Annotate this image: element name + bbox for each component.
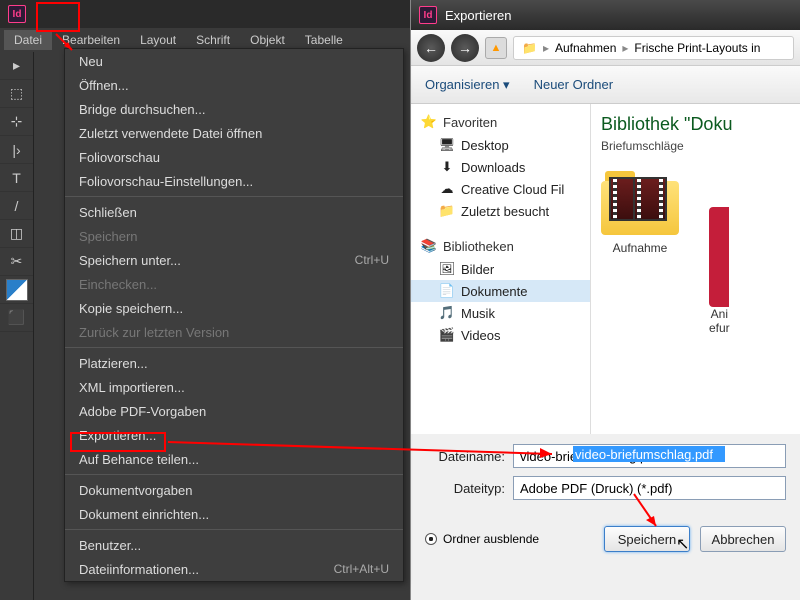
- desktop-icon: 🖥: [439, 137, 455, 153]
- menu-objekt[interactable]: Objekt: [240, 30, 295, 50]
- file-menu-dropdown: Neu Öffnen... Bridge durchsuchen... Zule…: [64, 48, 404, 582]
- menu-benutzer[interactable]: Benutzer...: [65, 533, 403, 557]
- menu-platzieren[interactable]: Platzieren...: [65, 351, 403, 375]
- sidebar-videos[interactable]: 🎬Videos: [411, 324, 590, 346]
- star-icon: ⭐: [421, 114, 437, 130]
- organize-button[interactable]: Organisieren ▾: [425, 77, 510, 93]
- filename-label: Dateiname:: [425, 449, 505, 464]
- tool-type[interactable]: T: [0, 164, 33, 192]
- pictures-icon: 🖼: [439, 261, 455, 277]
- menu-dok-vorgaben[interactable]: Dokumentvorgaben: [65, 478, 403, 502]
- cloud-icon: ☁: [439, 181, 455, 197]
- menu-exportieren[interactable]: Exportieren...: [65, 423, 403, 447]
- menu-bearbeiten[interactable]: Bearbeiten: [52, 30, 130, 50]
- nav-back-button[interactable]: ←: [417, 34, 445, 62]
- menu-dateiinfo[interactable]: Dateiinformationen...Ctrl+Alt+U: [65, 557, 403, 581]
- folder-ani[interactable]: Ani efur: [709, 167, 730, 335]
- menu-schrift[interactable]: Schrift: [186, 30, 240, 50]
- hide-folders-label: Ordner ausblende: [443, 532, 539, 546]
- menu-zurueck: Zurück zur letzten Version: [65, 320, 403, 344]
- tool-scissors[interactable]: ✂: [0, 248, 33, 276]
- music-icon: 🎵: [439, 305, 455, 321]
- tool-selection[interactable]: ▸: [0, 52, 33, 80]
- menu-behance[interactable]: Auf Behance teilen...: [65, 447, 403, 471]
- menu-xml[interactable]: XML importieren...: [65, 375, 403, 399]
- dialog-sidebar: ⭐Favoriten 🖥Desktop ⬇Downloads ☁Creative…: [411, 104, 591, 434]
- sidebar-musik[interactable]: 🎵Musik: [411, 302, 590, 324]
- folder-icon: 📁: [439, 203, 455, 219]
- menu-schliessen[interactable]: Schließen: [65, 200, 403, 224]
- filename-selection: video-briefumschlag.pdf: [573, 446, 725, 462]
- menu-zuletzt[interactable]: Zuletzt verwendete Datei öffnen: [65, 121, 403, 145]
- export-dialog: Id Exportieren ← → ▲ 📁▸ Aufnahmen▸ Frisc…: [410, 0, 800, 600]
- dialog-title: Exportieren: [445, 8, 511, 23]
- hide-folders-radio[interactable]: [425, 533, 437, 545]
- menu-neu[interactable]: Neu: [65, 49, 403, 73]
- nav-forward-button[interactable]: →: [451, 34, 479, 62]
- indesign-logo: Id: [8, 5, 26, 23]
- menu-dok-einrichten[interactable]: Dokument einrichten...: [65, 502, 403, 526]
- sidebar-downloads[interactable]: ⬇Downloads: [411, 156, 590, 178]
- cancel-button[interactable]: Abbrechen: [700, 526, 786, 552]
- documents-icon: 📄: [439, 283, 455, 299]
- menu-einchecken: Einchecken...: [65, 272, 403, 296]
- sidebar-dokumente[interactable]: 📄Dokumente: [411, 280, 590, 302]
- new-folder-button[interactable]: Neuer Ordner: [534, 77, 613, 92]
- tool-gap[interactable]: ⊹: [0, 108, 33, 136]
- sidebar-desktop[interactable]: 🖥Desktop: [411, 134, 590, 156]
- menu-tabelle[interactable]: Tabelle: [295, 30, 353, 50]
- menu-layout[interactable]: Layout: [130, 30, 186, 50]
- nav-up-button[interactable]: ▲: [485, 37, 507, 59]
- sidebar-recent[interactable]: 📁Zuletzt besucht: [411, 200, 590, 222]
- tool-frame[interactable]: ⬚: [0, 80, 33, 108]
- sidebar-creative-cloud[interactable]: ☁Creative Cloud Fil: [411, 178, 590, 200]
- menu-folio-einst[interactable]: Foliovorschau-Einstellungen...: [65, 169, 403, 193]
- download-icon: ⬇: [439, 159, 455, 175]
- menu-oeffnen[interactable]: Öffnen...: [65, 73, 403, 97]
- sidebar-bilder[interactable]: 🖼Bilder: [411, 258, 590, 280]
- filetype-select[interactable]: [513, 476, 786, 500]
- cursor-icon: ↖: [676, 534, 689, 554]
- filetype-label: Dateityp:: [425, 481, 505, 496]
- library-icon: 📚: [421, 238, 437, 254]
- library-title: Bibliothek "Doku: [601, 114, 790, 135]
- tool-panel: ▸ ⬚ ⊹ |› T / ◫ ✂ ⬛: [0, 52, 34, 600]
- tool-fill[interactable]: ⬛: [0, 304, 33, 332]
- red-panel: [709, 207, 729, 307]
- menu-bridge[interactable]: Bridge durchsuchen...: [65, 97, 403, 121]
- tool-content[interactable]: |›: [0, 136, 33, 164]
- tool-rect[interactable]: ◫: [0, 220, 33, 248]
- breadcrumb[interactable]: 📁▸ Aufnahmen▸ Frische Print-Layouts in: [513, 36, 794, 60]
- menu-kopie[interactable]: Kopie speichern...: [65, 296, 403, 320]
- dialog-logo: Id: [419, 6, 437, 24]
- color-swatch[interactable]: [6, 279, 28, 301]
- menu-pdf-vorgaben[interactable]: Adobe PDF-Vorgaben: [65, 399, 403, 423]
- video-icon: 🎬: [439, 327, 455, 343]
- library-subtitle: Briefumschläge: [601, 139, 790, 153]
- menu-speichern: Speichern: [65, 224, 403, 248]
- menu-foliovorschau[interactable]: Foliovorschau: [65, 145, 403, 169]
- tool-line[interactable]: /: [0, 192, 33, 220]
- folder-aufnahme[interactable]: Aufnahme: [601, 167, 679, 335]
- menu-datei[interactable]: Datei: [4, 30, 52, 50]
- menu-speichern-unter[interactable]: Speichern unter...Ctrl+U: [65, 248, 403, 272]
